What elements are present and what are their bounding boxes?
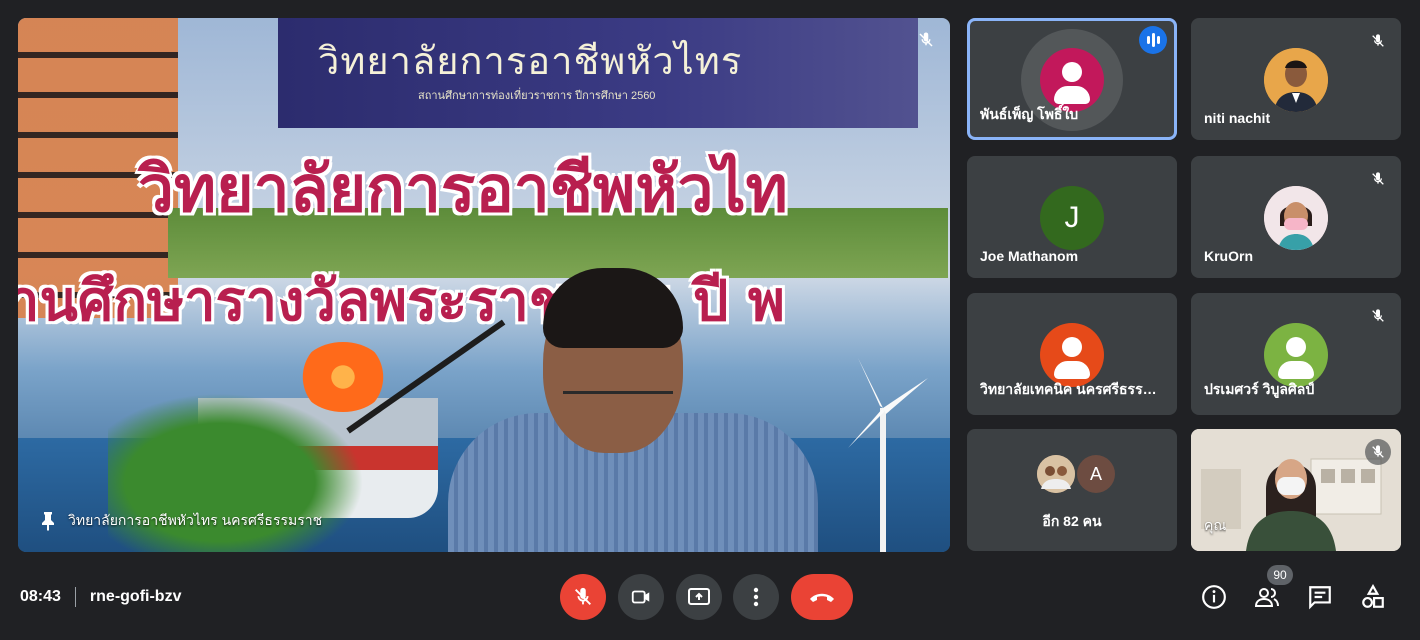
person-icon [1040,48,1104,112]
avatar [1040,323,1104,387]
main-speaker-label: วิทยาลัยการอาชีพหัวไทร นครศรีธรรมราช [40,510,322,532]
chat-icon [1309,586,1331,610]
speaking-indicator-icon [1139,26,1167,54]
chat-button[interactable] [1305,582,1335,612]
backdrop-subtitle: สถานศึกษาการท่องเที่ยวราชการ ปีการศึกษา … [418,90,656,102]
participant-tile-5[interactable]: วิทยาลัยเทคนิค นครศรีธรรมราช [967,293,1177,415]
wind-turbine [848,358,928,552]
profile-photo [1264,48,1328,112]
more-vert-icon [753,587,759,607]
participant-tile-2[interactable]: niti nachit [1191,18,1401,140]
activities-icon [1362,584,1384,608]
mic-off-icon [1365,28,1391,54]
meeting-time: 08:43 [20,588,61,605]
mic-off-icon [1365,166,1391,192]
backdrop-big-title: วิทยาลัยการอาชีพหัวไท [138,153,788,227]
others-avatar-letter: A [1077,455,1115,493]
profile-photo [1264,186,1328,250]
hang-up-icon [810,593,834,602]
avatar [1264,48,1328,112]
leave-call-button[interactable] [791,574,853,620]
participant-name: Joe Mathanom [980,248,1079,264]
pin-icon[interactable] [40,511,56,531]
avatar [1264,323,1328,387]
main-speaker-name: วิทยาลัยการอาชีพหัวไทร นครศรีธรรมราช [68,512,323,528]
info-icon [1202,585,1226,609]
participant-tile-3[interactable]: J Joe Mathanom [967,156,1177,278]
mic-off-icon [575,587,591,605]
people-button[interactable] [1252,582,1282,612]
camera-icon [631,590,650,604]
meeting-info: 08:43 rne-gofi-bzv [20,584,181,610]
more-options-button[interactable] [733,574,779,620]
camera-toggle-button[interactable] [618,574,664,620]
self-video-tile[interactable]: คุณ [1191,429,1401,551]
participant-name: ปรเมศวร์ วิบูลศิลป์ [1204,381,1315,397]
divider [74,587,76,607]
participant-name: niti nachit [1204,110,1271,126]
activities-button[interactable] [1358,582,1388,612]
avatar [1040,48,1104,112]
mic-off-icon [1365,439,1391,465]
avatar [1264,186,1328,250]
self-name: คุณ [1204,517,1227,533]
people-icon [1254,588,1279,607]
meeting-details-button[interactable] [1199,582,1229,612]
participant-tile-4[interactable]: KruOrn [1191,156,1401,278]
avatar: J [1040,186,1104,250]
others-avatar-photo [1037,455,1075,493]
participant-tile-6[interactable]: ปรเมศวร์ วิบูลศิลป์ [1191,293,1401,415]
meeting-code: rne-gofi-bzv [89,588,182,605]
others-avatars: A [1037,455,1115,493]
participant-tile-1[interactable]: พันธ์เพ็ญ โพธิ์ใบ [967,18,1177,140]
participant-name: KruOrn [1204,248,1253,264]
participant-name: วิทยาลัยเทคนิค นครศรีธรรมราช [980,381,1164,397]
mic-off-icon [912,26,940,54]
present-screen-icon [688,588,710,605]
backdrop-title: วิทยาลัยการอาชีพหัวไทร [318,39,743,83]
others-count-label: อีก 82 คน [1042,513,1102,529]
person-icon [1040,323,1104,387]
others-tile[interactable]: A อีก 82 คน [967,429,1177,551]
mic-off-icon [1365,303,1391,329]
main-video-tile[interactable]: วิทยาลัยการอาชีพหัวไทร สถานศึกษาการท่องเ… [18,18,950,552]
person-icon [1264,323,1328,387]
mic-toggle-button[interactable] [560,574,606,620]
participant-name: พันธ์เพ็ญ โพธิ์ใบ [980,106,1079,122]
speaker-person [448,268,818,552]
backdrop-flower [298,342,388,412]
present-screen-button[interactable] [676,574,722,620]
